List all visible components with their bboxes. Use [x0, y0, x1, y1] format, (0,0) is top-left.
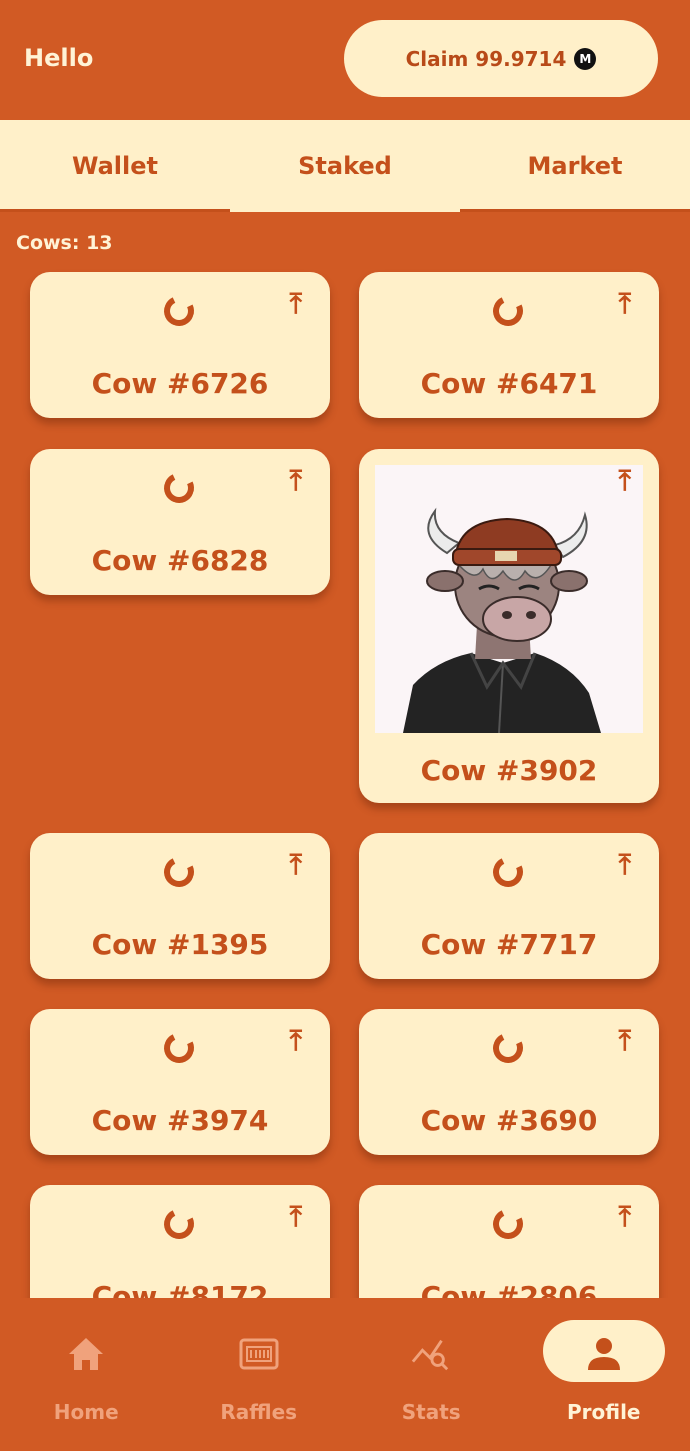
claim-label: Claim 99.9714	[405, 46, 567, 71]
cow-card[interactable]: ⤒ Cow #3690	[359, 1009, 659, 1155]
cow-name: Cow #6471	[420, 367, 598, 400]
nav-label: Home	[53, 1400, 119, 1424]
upload-arrow-icon[interactable]: ⤒	[619, 290, 631, 318]
nav-profile[interactable]: Profile	[518, 1298, 690, 1451]
cow-name: Cow #1395	[91, 928, 269, 961]
nav-label: Raffles	[220, 1400, 298, 1424]
upload-arrow-icon[interactable]: ⤒	[619, 1027, 631, 1055]
greeting: Hello	[24, 44, 94, 72]
cow-card[interactable]: ⤒ Cow #6726	[30, 272, 330, 418]
chart-search-icon	[411, 1334, 451, 1374]
nav-label: Profile	[566, 1400, 641, 1424]
loading-spinner-icon	[159, 1204, 199, 1244]
cow-card[interactable]: ⤒ Cow #6471	[359, 272, 659, 418]
cow-name: Cow #3690	[420, 1104, 598, 1137]
upload-arrow-icon[interactable]: ⤒	[619, 1203, 631, 1231]
cow-name: Cow #6828	[91, 544, 269, 577]
claim-button[interactable]: Claim 99.9714 M	[344, 20, 658, 97]
loading-spinner-icon	[488, 1028, 528, 1068]
app-header: Hello Claim 99.9714 M	[0, 0, 690, 120]
upload-arrow-icon[interactable]: ⤒	[290, 1027, 302, 1055]
cow-name: Cow #2806	[420, 1280, 598, 1298]
home-icon	[66, 1334, 106, 1374]
loading-spinner-icon	[159, 291, 199, 331]
upload-arrow-icon[interactable]: ⤒	[290, 1203, 302, 1231]
upload-arrow-icon[interactable]: ⤒	[290, 467, 302, 495]
loading-spinner-icon	[159, 468, 199, 508]
cow-card[interactable]: ⤒ Cow #1395	[30, 833, 330, 979]
loading-spinner-icon	[159, 852, 199, 892]
nav-home[interactable]: Home	[0, 1298, 173, 1451]
cow-name: Cow #6726	[91, 367, 269, 400]
cow-portrait-illustration	[403, 507, 601, 733]
upload-arrow-icon[interactable]: ⤒	[290, 851, 302, 879]
cow-card[interactable]: ⤒ Cow #3974	[30, 1009, 330, 1155]
loading-spinner-icon	[488, 852, 528, 892]
tab-market[interactable]: Market	[460, 120, 690, 212]
loading-spinner-icon	[488, 291, 528, 331]
nav-label: Stats	[401, 1400, 461, 1424]
tab-wallet[interactable]: Wallet	[0, 120, 230, 212]
upload-arrow-icon[interactable]: ⤒	[619, 467, 631, 495]
loading-spinner-icon	[488, 1204, 528, 1244]
upload-arrow-icon[interactable]: ⤒	[619, 851, 631, 879]
upload-arrow-icon[interactable]: ⤒	[290, 290, 302, 318]
coin-icon: M	[574, 47, 597, 70]
cow-image	[375, 465, 643, 733]
cow-name: Cow #3974	[91, 1104, 269, 1137]
tab-bar: Wallet Staked Market	[0, 120, 690, 212]
ticket-icon	[239, 1334, 279, 1374]
tab-staked[interactable]: Staked	[230, 120, 460, 212]
cow-card[interactable]: ⤒ Cow #3902	[359, 449, 659, 803]
cow-name: Cow #3902	[420, 754, 598, 787]
cow-name: Cow #8172	[91, 1280, 269, 1298]
cow-name: Cow #7717	[420, 928, 598, 961]
user-icon	[584, 1334, 624, 1374]
bottom-nav: Home Raffles Stats Profile	[0, 1298, 690, 1451]
nav-stats[interactable]: Stats	[345, 1298, 518, 1451]
cow-grid: ⤒ Cow #6726 ⤒ Cow #6471 ⤒ Cow #6828 ⤒ Co…	[0, 262, 690, 1298]
cow-count: Cows: 13	[16, 232, 113, 254]
cow-card[interactable]: ⤒ Cow #6828	[30, 449, 330, 595]
cow-card[interactable]: ⤒ Cow #7717	[359, 833, 659, 979]
cow-card[interactable]: ⤒ Cow #2806	[359, 1185, 659, 1298]
loading-spinner-icon	[159, 1028, 199, 1068]
nav-raffles[interactable]: Raffles	[173, 1298, 346, 1451]
cow-card[interactable]: ⤒ Cow #8172	[30, 1185, 330, 1298]
